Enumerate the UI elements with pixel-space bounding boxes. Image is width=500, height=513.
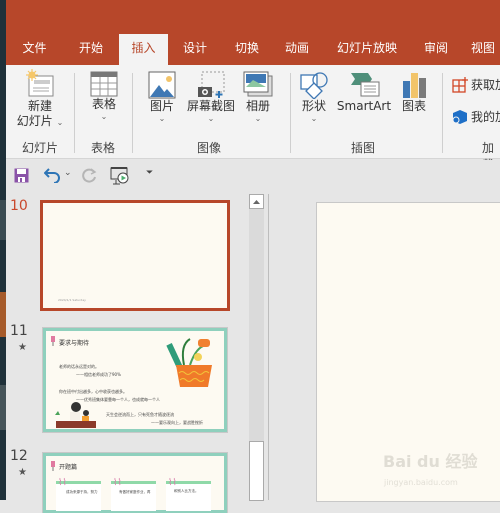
- slide-number: 11: [10, 323, 28, 339]
- screenshot-label: 屏幕截图: [186, 99, 235, 113]
- slide-thumbnail-10[interactable]: 2024/1/1 Saturday: [40, 200, 230, 311]
- slide-thumbnail-12[interactable]: 开题篇 成功来源于持，努力 有做好家庭作业，再 和别人比方法。 ⌇⌇ ⌇⌇ ⌇⌇: [42, 452, 228, 513]
- smartart-icon: [351, 73, 380, 97]
- quick-access-toolbar: ⌄ ⏷: [6, 160, 500, 192]
- my-addins-label: 我的加载项: [471, 109, 500, 124]
- note-text: 和别人比方法。: [174, 489, 199, 493]
- get-addins-button[interactable]: 获取加载项: [452, 77, 500, 93]
- tab-file[interactable]: 文件: [6, 34, 63, 65]
- table-icon: [90, 71, 118, 97]
- ribbon: 新建 幻灯片 ⌄ 幻灯片 表格 ⌄ 表格 图片 ⌄ 屏幕截图 ⌄ 相册 ⌄ 图像…: [6, 65, 500, 189]
- undo-icon[interactable]: [44, 167, 61, 183]
- tab-animations[interactable]: 动画: [272, 34, 322, 65]
- new-slide-label-1: 新建: [27, 99, 52, 113]
- paperclip-icon: ⌇⌇: [113, 478, 122, 488]
- scroll-up-button[interactable]: [249, 194, 264, 209]
- new-slide-label-2: 幻灯片 ⌄: [16, 114, 64, 128]
- tab-design[interactable]: 设计: [168, 34, 222, 65]
- group-separator: [132, 73, 133, 153]
- my-addins-icon: [452, 110, 467, 124]
- slide-text-line: 天生会逆流而上，只有死鱼才随波逐流: [106, 412, 174, 417]
- group-separator: [290, 73, 291, 153]
- picture-button[interactable]: 图片 ⌄: [146, 71, 178, 124]
- group-label-illustrations: 插图: [351, 141, 376, 155]
- chart-label: 图表: [401, 99, 426, 113]
- chart-button[interactable]: 图表: [398, 71, 430, 114]
- new-slide-icon: [26, 69, 54, 97]
- tab-view[interactable]: 视图: [460, 34, 500, 65]
- group-separator: [442, 73, 443, 153]
- my-addins-button[interactable]: 我的加载项: [452, 109, 500, 125]
- tab-slideshow[interactable]: 幻灯片放映: [322, 34, 412, 65]
- chevron-down-icon: ⌄: [310, 114, 318, 123]
- smartart-button[interactable]: SmartArt: [336, 71, 392, 114]
- tab-transitions[interactable]: 切换: [222, 34, 272, 65]
- table-button[interactable]: 表格 ⌄: [84, 71, 124, 122]
- slide-footer-date: 2024/1/1 Saturday: [58, 298, 86, 302]
- watermark-url: jingyan.baidu.com: [384, 478, 458, 487]
- get-addins-icon: [452, 77, 468, 93]
- animation-star-icon: ★: [18, 342, 27, 353]
- chevron-down-icon: ⌄: [158, 114, 166, 123]
- chevron-down-icon: ⌄: [207, 114, 215, 123]
- pane-divider[interactable]: [268, 194, 269, 500]
- tab-review[interactable]: 审阅: [412, 34, 460, 65]
- shapes-label: 形状: [301, 99, 326, 113]
- slide-title: 开题篇: [59, 464, 78, 471]
- slide-number: 10: [10, 198, 28, 214]
- ribbon-tabs: 文件 开始 插入 设计 切换 动画 幻灯片放映 审阅 视图: [6, 34, 500, 65]
- slide-text-line: 你在班中付出越多，心中收获也越多。: [59, 389, 127, 394]
- shapes-button[interactable]: 形状 ⌄: [298, 71, 330, 124]
- group-label-images: 图像: [197, 141, 222, 155]
- customize-qat-icon[interactable]: ⏷: [146, 168, 153, 178]
- chart-icon: [403, 73, 426, 98]
- screenshot-button[interactable]: 屏幕截图 ⌄: [184, 71, 238, 124]
- pin-icon: [51, 461, 55, 471]
- photo-album-button[interactable]: 相册 ⌄: [242, 71, 274, 124]
- table-label: 表格: [91, 97, 116, 111]
- triangle-up-icon: [253, 199, 260, 204]
- chevron-down-icon: ⌄: [254, 114, 262, 123]
- screenshot-icon: [198, 71, 225, 98]
- plant-illustration: [166, 338, 212, 387]
- group-label-slides: 幻灯片: [22, 141, 59, 155]
- slide-number: 12: [10, 448, 28, 464]
- chevron-down-icon: ⌄: [56, 118, 64, 127]
- group-label-tables: 表格: [91, 141, 116, 155]
- slide-title: 要求与期待: [59, 340, 90, 347]
- chevron-down-icon: ⌄: [100, 112, 108, 121]
- scroll-thumb[interactable]: [249, 441, 264, 501]
- paperclip-icon: ⌇⌇: [58, 478, 67, 488]
- photo-album-label: 相册: [245, 99, 270, 113]
- picture-label: 图片: [149, 99, 174, 113]
- slide-text-line: ——相信老师成功了90%: [76, 372, 121, 377]
- slide-thumbnail-11[interactable]: 要求与期待 老师的话永远是对的。 ——相信老师成功了90% 你在班中付出越多，心…: [42, 327, 228, 433]
- smartart-label: SmartArt: [336, 99, 392, 113]
- animation-star-icon: ★: [18, 467, 27, 478]
- tab-home[interactable]: 开始: [63, 34, 119, 65]
- slide-text-line: 老师的话永远是对的。: [59, 364, 99, 369]
- group-separator: [74, 73, 75, 153]
- paperclip-icon: ⌇⌇: [168, 478, 177, 488]
- undo-dropdown-icon[interactable]: ⌄: [64, 168, 72, 178]
- photo-album-icon: [243, 71, 273, 97]
- pin-icon: [51, 336, 55, 346]
- tab-insert[interactable]: 插入: [119, 34, 168, 65]
- teacher-illustration: [55, 402, 96, 428]
- shapes-icon: [300, 72, 328, 99]
- watermark-logo: Bai du 经验: [383, 452, 478, 471]
- redo-icon[interactable]: [82, 168, 97, 183]
- save-icon[interactable]: [14, 168, 29, 183]
- slide-text-line: ——要乐观向上，要战胜挫折: [151, 420, 203, 425]
- new-slide-button[interactable]: 新建 幻灯片 ⌄: [14, 69, 66, 129]
- note-text: 成功来源于持，努力: [66, 490, 98, 494]
- thumbnail-scrollbar[interactable]: [249, 194, 264, 501]
- picture-icon: [148, 71, 176, 99]
- start-from-beginning-icon[interactable]: [110, 166, 130, 186]
- get-addins-label: 获取加载项: [471, 77, 500, 92]
- note-text: 有做好家庭作业，再: [119, 490, 151, 494]
